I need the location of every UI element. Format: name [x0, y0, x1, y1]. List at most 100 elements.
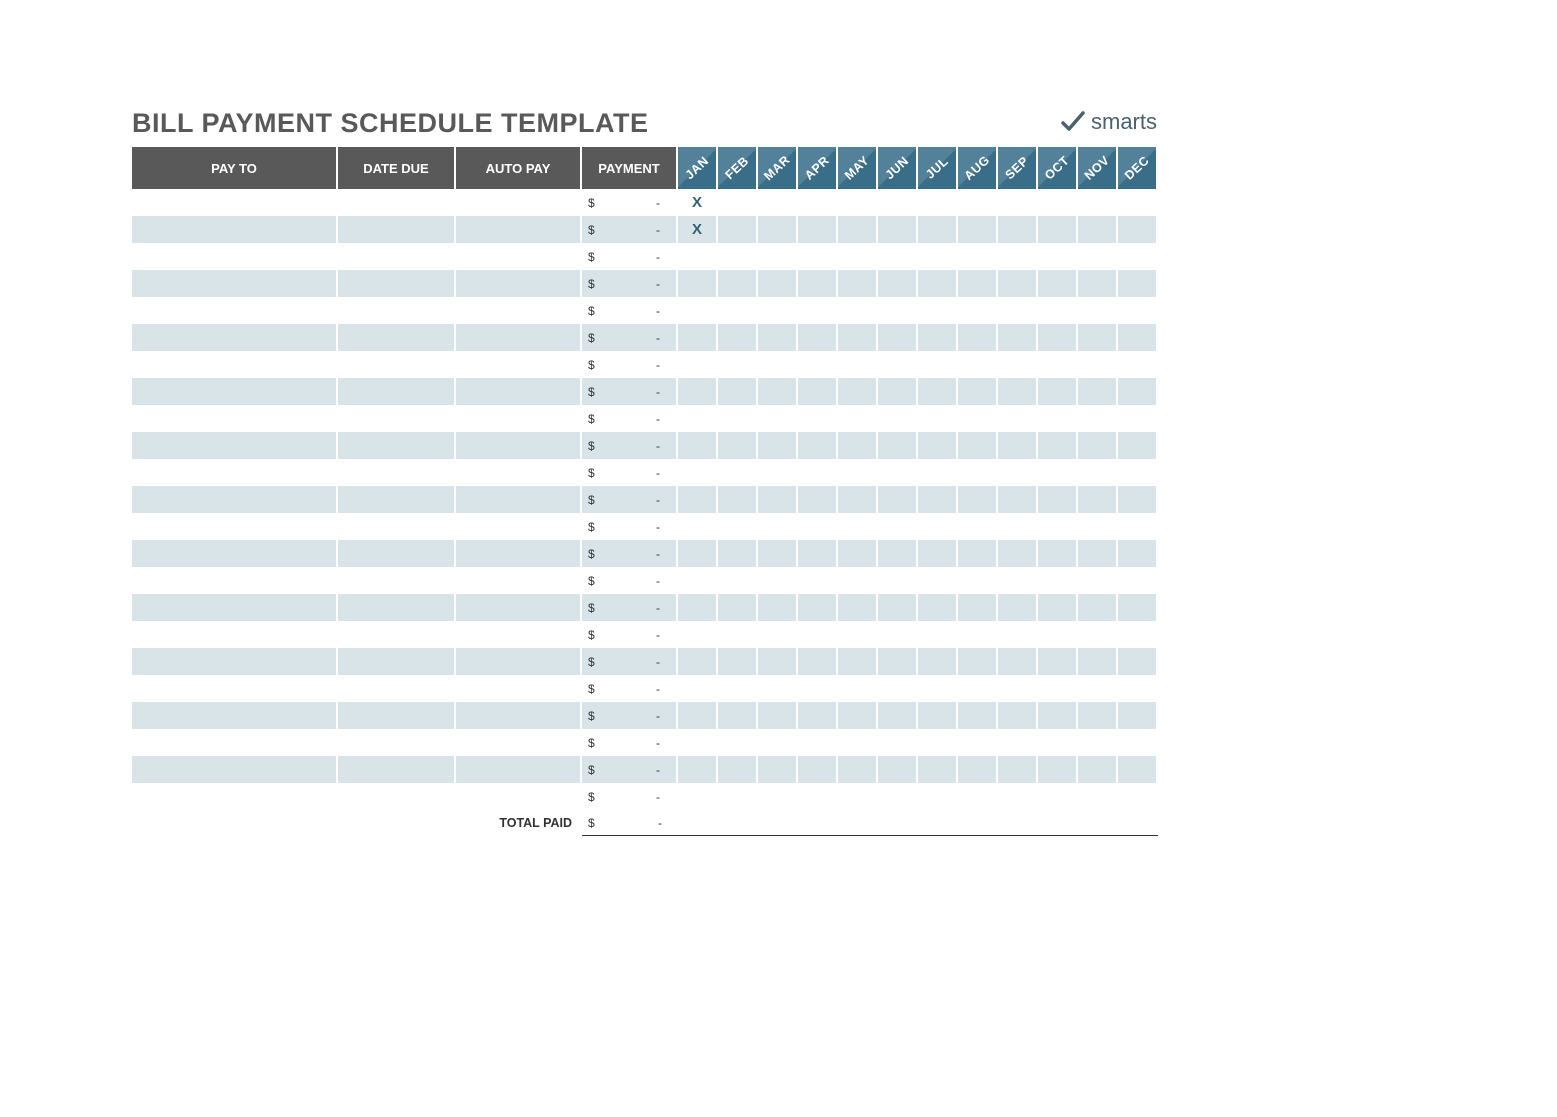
- month-cell[interactable]: [1038, 405, 1078, 432]
- cell[interactable]: [456, 648, 582, 675]
- month-cell[interactable]: [1078, 324, 1118, 351]
- month-cell[interactable]: [918, 648, 958, 675]
- cell[interactable]: [132, 675, 338, 702]
- month-cell[interactable]: [1118, 729, 1158, 756]
- month-cell[interactable]: [1078, 513, 1118, 540]
- month-cell[interactable]: [1038, 567, 1078, 594]
- month-cell[interactable]: [918, 351, 958, 378]
- month-cell[interactable]: [918, 270, 958, 297]
- month-cell[interactable]: [878, 702, 918, 729]
- month-cell[interactable]: [1038, 297, 1078, 324]
- month-cell[interactable]: [1118, 486, 1158, 513]
- cell[interactable]: [132, 621, 338, 648]
- month-cell[interactable]: [878, 594, 918, 621]
- month-cell[interactable]: [678, 513, 718, 540]
- month-cell[interactable]: [718, 378, 758, 405]
- cell[interactable]: [338, 405, 456, 432]
- month-cell[interactable]: [718, 675, 758, 702]
- month-cell[interactable]: [758, 648, 798, 675]
- month-cell[interactable]: [878, 459, 918, 486]
- cell[interactable]: [132, 756, 338, 783]
- month-cell[interactable]: [998, 297, 1038, 324]
- month-cell[interactable]: [678, 243, 718, 270]
- month-cell[interactable]: [678, 702, 718, 729]
- month-cell[interactable]: [918, 513, 958, 540]
- month-cell[interactable]: [918, 567, 958, 594]
- month-cell[interactable]: [1078, 351, 1118, 378]
- month-cell[interactable]: [1078, 432, 1118, 459]
- cell[interactable]: [132, 648, 338, 675]
- payment-cell[interactable]: $-: [582, 540, 678, 567]
- month-cell[interactable]: [798, 567, 838, 594]
- month-cell[interactable]: [718, 351, 758, 378]
- month-cell[interactable]: [1038, 783, 1078, 810]
- month-cell[interactable]: [718, 513, 758, 540]
- month-cell[interactable]: [758, 594, 798, 621]
- cell[interactable]: [338, 648, 456, 675]
- month-cell[interactable]: [918, 378, 958, 405]
- month-cell[interactable]: [1078, 648, 1118, 675]
- month-cell[interactable]: [1118, 216, 1158, 243]
- month-cell[interactable]: [958, 243, 998, 270]
- cell[interactable]: [338, 324, 456, 351]
- month-cell[interactable]: [878, 378, 918, 405]
- month-cell[interactable]: [758, 756, 798, 783]
- month-cell[interactable]: [918, 594, 958, 621]
- month-cell[interactable]: [878, 297, 918, 324]
- month-cell[interactable]: [1038, 216, 1078, 243]
- month-cell[interactable]: [838, 540, 878, 567]
- month-cell[interactable]: [918, 324, 958, 351]
- cell[interactable]: [132, 324, 338, 351]
- month-cell[interactable]: [878, 432, 918, 459]
- month-cell[interactable]: [918, 540, 958, 567]
- month-cell[interactable]: [718, 783, 758, 810]
- month-cell[interactable]: [1118, 297, 1158, 324]
- month-cell[interactable]: [838, 378, 878, 405]
- cell[interactable]: [456, 378, 582, 405]
- month-cell[interactable]: [798, 729, 838, 756]
- month-cell[interactable]: [1038, 243, 1078, 270]
- month-cell[interactable]: X: [678, 189, 718, 216]
- month-cell[interactable]: [678, 459, 718, 486]
- month-cell[interactable]: [1118, 432, 1158, 459]
- cell[interactable]: [456, 621, 582, 648]
- month-cell[interactable]: [998, 189, 1038, 216]
- cell[interactable]: [132, 297, 338, 324]
- month-cell[interactable]: [1078, 486, 1118, 513]
- month-cell[interactable]: [798, 513, 838, 540]
- month-cell[interactable]: [878, 324, 918, 351]
- month-cell[interactable]: [1078, 756, 1118, 783]
- cell[interactable]: [338, 459, 456, 486]
- month-cell[interactable]: [758, 459, 798, 486]
- cell[interactable]: [132, 270, 338, 297]
- month-cell[interactable]: [878, 189, 918, 216]
- month-cell[interactable]: [678, 783, 718, 810]
- month-cell[interactable]: [758, 378, 798, 405]
- cell[interactable]: [456, 216, 582, 243]
- month-cell[interactable]: [758, 351, 798, 378]
- month-cell[interactable]: [1078, 702, 1118, 729]
- payment-cell[interactable]: $-: [582, 513, 678, 540]
- month-cell[interactable]: [1118, 378, 1158, 405]
- cell[interactable]: [456, 405, 582, 432]
- month-cell[interactable]: [798, 270, 838, 297]
- month-cell[interactable]: [918, 756, 958, 783]
- cell[interactable]: [132, 567, 338, 594]
- month-cell[interactable]: [718, 270, 758, 297]
- month-cell[interactable]: [1118, 567, 1158, 594]
- month-cell[interactable]: [798, 540, 838, 567]
- month-cell[interactable]: [958, 513, 998, 540]
- month-cell[interactable]: [838, 702, 878, 729]
- cell[interactable]: [456, 756, 582, 783]
- month-cell[interactable]: [878, 486, 918, 513]
- month-cell[interactable]: [798, 486, 838, 513]
- cell[interactable]: [338, 243, 456, 270]
- cell[interactable]: [338, 729, 456, 756]
- month-cell[interactable]: [998, 756, 1038, 783]
- month-cell[interactable]: [1038, 540, 1078, 567]
- month-cell[interactable]: [798, 783, 838, 810]
- month-cell[interactable]: [1118, 351, 1158, 378]
- month-cell[interactable]: [958, 405, 998, 432]
- cell[interactable]: [338, 486, 456, 513]
- month-cell[interactable]: [718, 756, 758, 783]
